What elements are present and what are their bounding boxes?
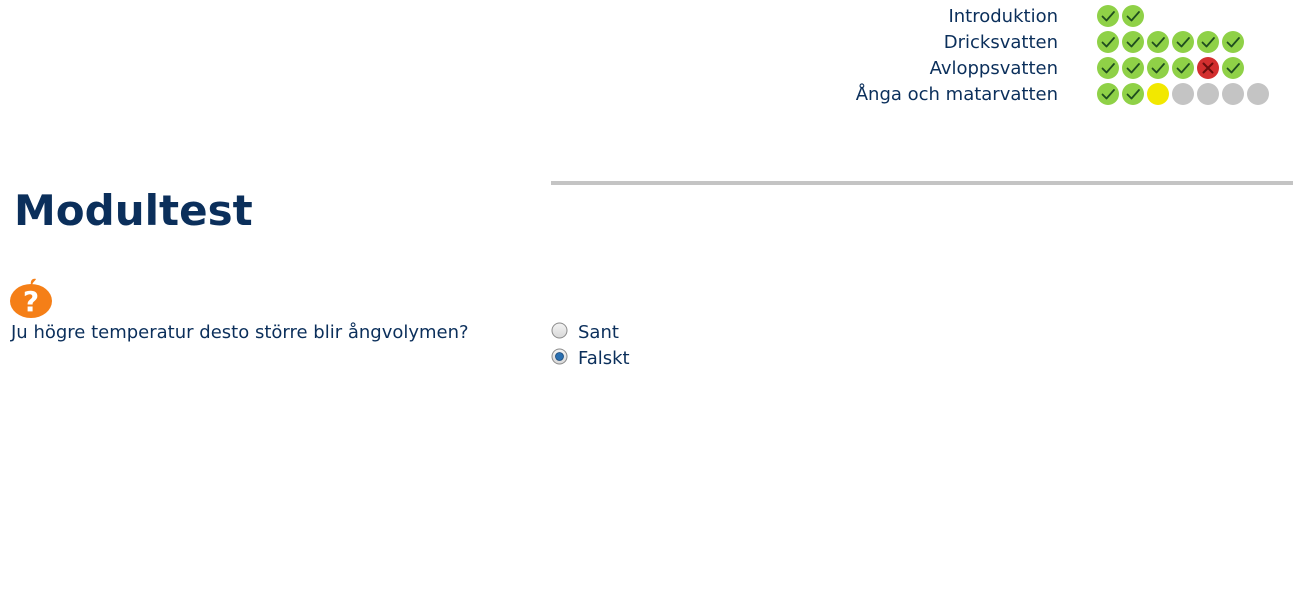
checkmark-icon bbox=[1097, 5, 1119, 27]
pending-step-dot bbox=[1247, 83, 1269, 105]
checkmark-icon bbox=[1222, 57, 1244, 79]
question-mark-icon: ? bbox=[9, 277, 53, 319]
checkmark-icon bbox=[1172, 57, 1194, 79]
radio-sant[interactable] bbox=[551, 322, 568, 339]
divider bbox=[551, 181, 1293, 185]
answer-option-label[interactable]: Falskt bbox=[578, 348, 630, 370]
pending-step-dot bbox=[1172, 83, 1194, 105]
checkmark-icon bbox=[1122, 5, 1144, 27]
answer-option-falskt[interactable]: Falskt bbox=[551, 348, 691, 370]
checkmark-icon bbox=[1197, 31, 1219, 53]
checkmark-icon bbox=[1122, 31, 1144, 53]
page-title: Modultest bbox=[14, 186, 253, 235]
answer-option-sant[interactable]: Sant bbox=[551, 322, 691, 344]
pending-step-dot bbox=[1197, 83, 1219, 105]
checkmark-icon bbox=[1147, 57, 1169, 79]
progress-row-label: Dricksvatten bbox=[943, 32, 1058, 53]
progress-row-label: Ånga och matarvatten bbox=[855, 84, 1058, 105]
checkmark-icon bbox=[1147, 31, 1169, 53]
radio-falskt[interactable] bbox=[551, 348, 568, 365]
checkmark-icon bbox=[1122, 57, 1144, 79]
progress-row-introduktion[interactable]: Introduktion bbox=[780, 5, 1280, 29]
page: Introduktion Dricksvatten Avloppsvatten … bbox=[0, 0, 1293, 611]
checkmark-icon bbox=[1097, 31, 1119, 53]
progress-row-anga-och-matarvatten[interactable]: Ånga och matarvatten bbox=[780, 83, 1280, 107]
checkmark-icon bbox=[1097, 57, 1119, 79]
current-step-dot bbox=[1147, 83, 1169, 105]
progress-row-dricksvatten[interactable]: Dricksvatten bbox=[780, 31, 1280, 55]
svg-text:?: ? bbox=[23, 285, 39, 318]
progress-row-label: Avloppsvatten bbox=[929, 58, 1058, 79]
checkmark-icon bbox=[1222, 31, 1244, 53]
pending-step-dot bbox=[1222, 83, 1244, 105]
answer-option-label[interactable]: Sant bbox=[578, 322, 619, 344]
cross-icon bbox=[1197, 57, 1219, 79]
checkmark-icon bbox=[1172, 31, 1194, 53]
checkmark-icon bbox=[1122, 83, 1144, 105]
question-text: Ju högre temperatur desto större blir ån… bbox=[11, 322, 469, 343]
progress-row-avloppsvatten[interactable]: Avloppsvatten bbox=[780, 57, 1280, 81]
progress-row-label: Introduktion bbox=[948, 6, 1058, 27]
checkmark-icon bbox=[1097, 83, 1119, 105]
